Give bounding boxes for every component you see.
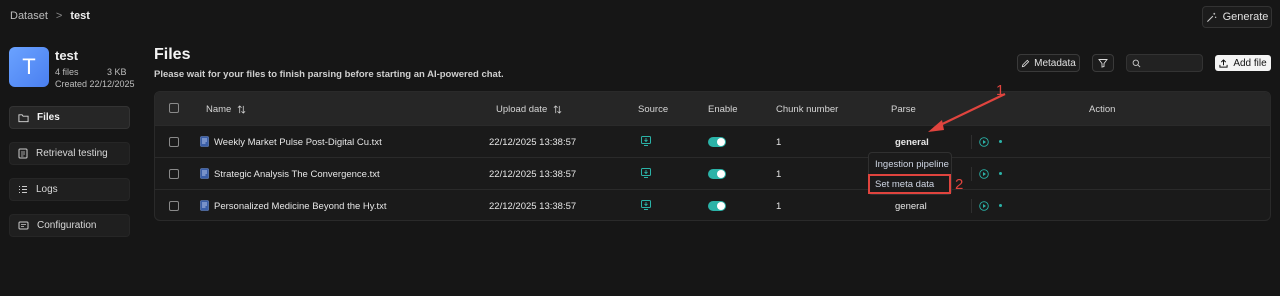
upload-date: 22/12/2025 13:38:57 xyxy=(489,137,577,148)
parse-method[interactable]: general xyxy=(895,137,929,148)
sidebar-item-retrieval-testing[interactable]: Retrieval testing xyxy=(9,142,130,165)
page-subtitle: Please wait for your files to finish par… xyxy=(154,69,504,80)
divider xyxy=(971,167,972,181)
document-search-icon xyxy=(18,148,28,159)
add-file-label: Add file xyxy=(1233,57,1267,69)
page-title: Files xyxy=(154,46,191,63)
sidebar-item-label: Logs xyxy=(36,184,58,195)
breadcrumb-dataset-link[interactable]: Dataset xyxy=(10,10,48,22)
table-row[interactable]: Strategic Analysis The Convergence.txt 2… xyxy=(155,157,1270,189)
sidebar-item-files[interactable]: Files xyxy=(9,106,130,129)
breadcrumb-separator: > xyxy=(55,10,63,22)
parse-method[interactable]: general xyxy=(895,201,927,212)
dataset-created-date: Created 22/12/2025 xyxy=(55,79,135,89)
annotation-highlight-box xyxy=(868,174,951,194)
search-input[interactable] xyxy=(1145,57,1200,69)
run-parse-icon[interactable] xyxy=(979,201,989,211)
file-name[interactable]: Personalized Medicine Beyond the Hy.txt xyxy=(214,201,387,212)
breadcrumb: Dataset > test xyxy=(10,10,90,22)
sidebar-item-label: Retrieval testing xyxy=(36,148,108,159)
txt-file-icon xyxy=(200,136,209,147)
filter-button[interactable] xyxy=(1092,54,1114,72)
run-parse-icon[interactable] xyxy=(979,169,989,179)
filter-icon xyxy=(1098,59,1108,68)
divider xyxy=(971,199,972,213)
metadata-button[interactable]: Metadata xyxy=(1017,54,1080,72)
status-dot-icon xyxy=(999,172,1002,175)
column-header-name[interactable]: Name xyxy=(206,104,246,115)
dataset-avatar: T xyxy=(9,47,49,87)
sort-icon xyxy=(237,105,246,114)
column-header-label: Name xyxy=(206,104,232,115)
column-header-enable: Enable xyxy=(708,104,738,115)
file-name[interactable]: Weekly Market Pulse Post-Digital Cu.txt xyxy=(214,137,382,148)
sidebar-item-logs[interactable]: Logs xyxy=(9,178,130,201)
table-row[interactable]: Weekly Market Pulse Post-Digital Cu.txt … xyxy=(155,125,1270,157)
upload-date: 22/12/2025 13:38:57 xyxy=(489,201,577,212)
enable-toggle[interactable] xyxy=(708,169,726,179)
column-header-upload-date[interactable]: Upload date xyxy=(496,104,562,115)
files-table: Name Upload date Source Enable Chunk num… xyxy=(154,91,1271,221)
column-header-chunk-number: Chunk number xyxy=(776,104,839,115)
sliders-icon xyxy=(18,221,29,230)
run-parse-icon[interactable] xyxy=(979,137,989,147)
row-checkbox[interactable] xyxy=(169,137,179,147)
chunk-number: 1 xyxy=(776,201,782,212)
upload-date: 22/12/2025 13:38:57 xyxy=(489,169,577,180)
table-header: Name Upload date Source Enable Chunk num… xyxy=(155,92,1270,125)
column-header-action: Action xyxy=(1089,104,1116,115)
column-header-parse: Parse xyxy=(891,104,916,115)
row-checkbox[interactable] xyxy=(169,201,179,211)
sidebar-item-label: Files xyxy=(37,112,60,123)
txt-file-icon xyxy=(200,168,209,179)
chunk-number: 1 xyxy=(776,137,782,148)
column-header-label: Upload date xyxy=(496,104,548,115)
add-file-button[interactable]: Add file xyxy=(1215,55,1271,71)
column-header-source: Source xyxy=(638,104,669,115)
annotation-step-2: 2 xyxy=(955,176,964,193)
local-upload-icon xyxy=(641,136,651,146)
upload-icon xyxy=(1219,58,1228,68)
search-icon xyxy=(1132,59,1141,67)
status-dot-icon xyxy=(999,204,1002,207)
magic-wand-icon xyxy=(1206,12,1216,22)
local-upload-icon xyxy=(641,200,651,210)
enable-toggle[interactable] xyxy=(708,137,726,147)
menu-item-ingestion-pipeline[interactable]: Ingestion pipeline xyxy=(875,159,949,170)
sort-icon xyxy=(553,105,562,114)
status-dot-icon xyxy=(999,140,1002,143)
list-icon xyxy=(19,186,27,193)
txt-file-icon xyxy=(200,200,209,211)
local-upload-icon xyxy=(641,168,651,178)
sidebar-item-label: Configuration xyxy=(37,220,97,231)
dataset-size: 3 KB xyxy=(107,67,127,77)
dataset-name: test xyxy=(55,48,79,63)
enable-toggle[interactable] xyxy=(708,201,726,211)
generate-button[interactable]: Generate xyxy=(1202,6,1272,28)
sidebar-item-configuration[interactable]: Configuration xyxy=(9,214,130,237)
pencil-icon xyxy=(1021,59,1030,67)
annotation-step-1: 1 xyxy=(996,82,1005,99)
select-all-checkbox[interactable] xyxy=(169,103,179,113)
folder-icon xyxy=(18,113,29,122)
breadcrumb-current: test xyxy=(70,10,90,22)
generate-label: Generate xyxy=(1222,11,1269,23)
metadata-label: Metadata xyxy=(1034,57,1076,69)
chunk-number: 1 xyxy=(776,169,782,180)
table-row[interactable]: Personalized Medicine Beyond the Hy.txt … xyxy=(155,189,1270,220)
row-checkbox[interactable] xyxy=(169,169,179,179)
search-field[interactable] xyxy=(1126,54,1203,72)
dataset-file-count: 4 files xyxy=(55,67,79,77)
file-name[interactable]: Strategic Analysis The Convergence.txt xyxy=(214,169,380,180)
